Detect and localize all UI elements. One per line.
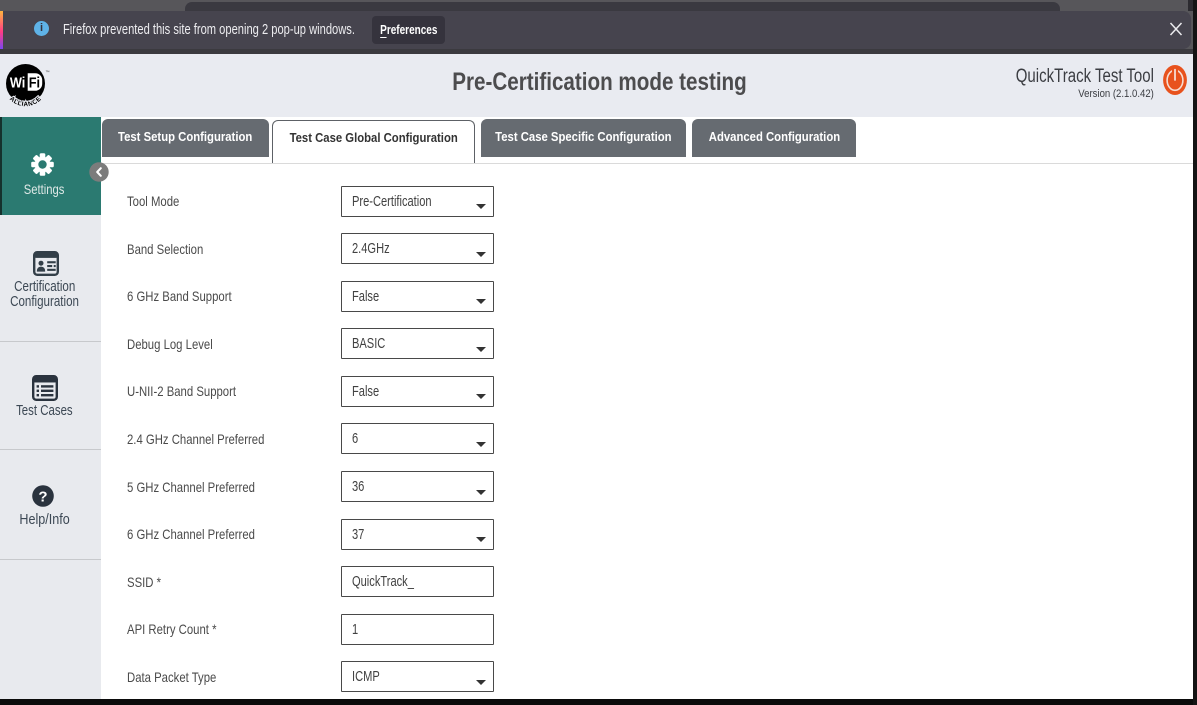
svg-text:™: ™ [45, 70, 49, 75]
svg-text:?: ? [39, 488, 48, 505]
svg-text:Wi: Wi [10, 73, 25, 90]
svg-text:Fi: Fi [29, 73, 40, 90]
